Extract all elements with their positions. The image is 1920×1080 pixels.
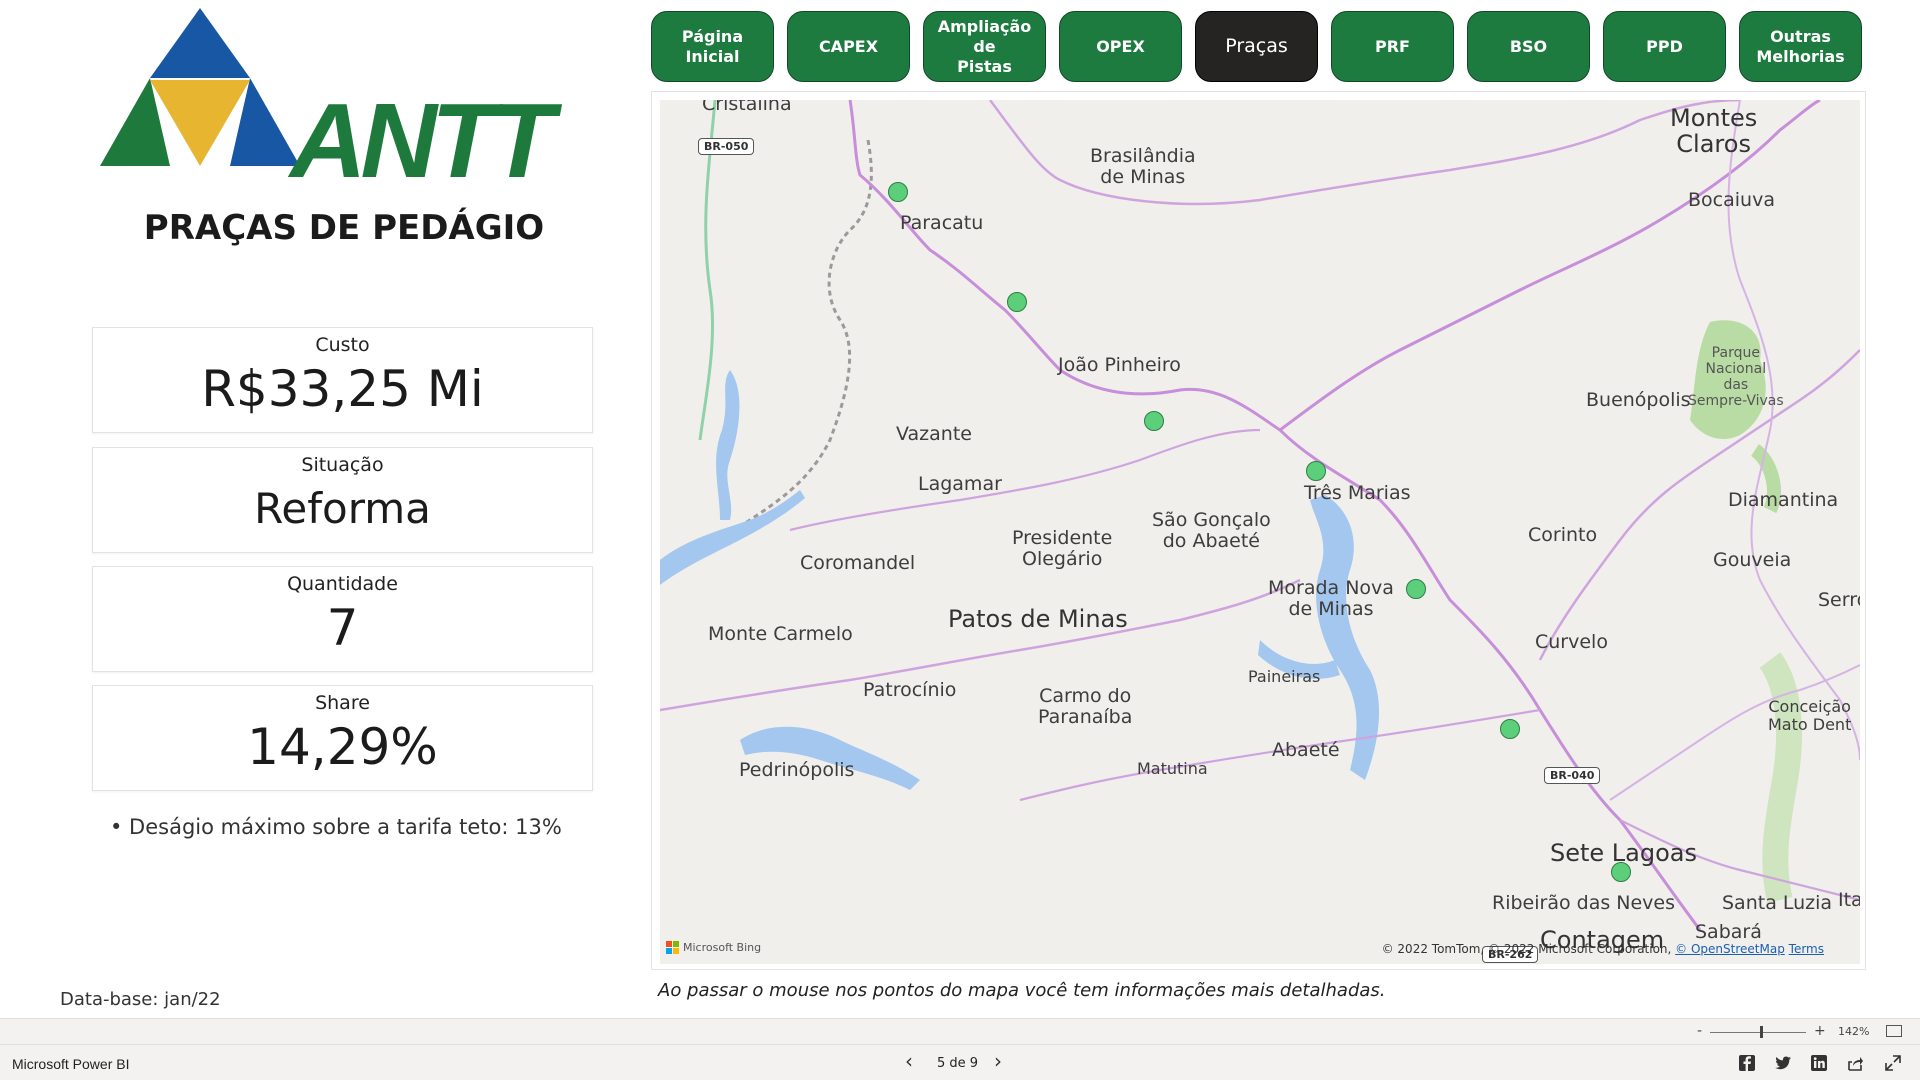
kpi-value: R$33,25 Mi	[201, 360, 484, 418]
map-place-label: Montes Claros	[1670, 104, 1758, 159]
toll-plaza-point[interactable]	[1406, 579, 1426, 599]
page-title: PRAÇAS DE PEDÁGIO	[143, 208, 545, 248]
linkedin-icon[interactable]	[1810, 1054, 1828, 1072]
nav-button-ppd[interactable]: PPD	[1603, 11, 1726, 82]
highway-shield: BR-050	[698, 138, 755, 155]
map-place-label: Paineiras	[1248, 667, 1321, 686]
zoom-bar: - + 142%	[0, 1018, 1920, 1044]
toll-plaza-point[interactable]	[1611, 862, 1631, 882]
map-place-label: Corinto	[1528, 524, 1598, 546]
microsoft-logo-icon	[666, 941, 679, 954]
map-place-label: Vazante	[896, 423, 972, 445]
highway-shield: BR-040	[1544, 767, 1601, 784]
page-indicator: 5 de 9	[937, 1056, 979, 1071]
map-place-label: Gouveia	[1713, 549, 1792, 571]
map-provider-label: Microsoft Bing	[683, 941, 762, 954]
kpi-value: 7	[326, 599, 359, 657]
facebook-icon[interactable]	[1738, 1054, 1756, 1072]
map-place-label: Monte Carmelo	[708, 623, 853, 645]
kpi-card-custo: Custo R$33,25 Mi	[92, 327, 593, 433]
attribution-text: © 2022 TomTom, © 2022 Microsoft Corporat…	[1381, 942, 1676, 956]
terms-link[interactable]: Terms	[1789, 942, 1824, 956]
toll-plaza-point[interactable]	[888, 182, 908, 202]
toll-plaza-point[interactable]	[1007, 292, 1027, 312]
toll-plaza-map[interactable]: Cristalina Brasilândia de Minas Montes C…	[660, 100, 1860, 964]
map-place-label: Cristalina	[702, 100, 792, 115]
power-bi-brand[interactable]: Microsoft Power BI	[12, 1056, 129, 1072]
map-place-label: Buenópolis	[1586, 389, 1691, 411]
map-place-label: Matutina	[1137, 759, 1208, 778]
map-place-label: Presidente Olegário	[1012, 527, 1113, 570]
previous-page-icon[interactable]: ‹	[905, 1051, 913, 1071]
nav-button-opex[interactable]: OPEX	[1059, 11, 1182, 82]
share-icon[interactable]	[1846, 1054, 1864, 1072]
fit-to-page-icon[interactable]	[1886, 1025, 1902, 1037]
map-place-label: Três Marias	[1304, 482, 1411, 504]
map-place-label: Brasilândia de Minas	[1090, 145, 1196, 188]
map-hover-hint: Ao passar o mouse nos pontos do mapa voc…	[658, 980, 1386, 1001]
map-place-label: Diamantina	[1728, 489, 1839, 511]
zoom-slider-thumb[interactable]	[1760, 1026, 1763, 1038]
kpi-value: 14,29%	[247, 718, 438, 776]
map-place-label: Coromandel	[800, 552, 916, 574]
map-place-label: Abaeté	[1272, 739, 1340, 761]
map-attribution: © 2022 TomTom, © 2022 Microsoft Corporat…	[1382, 942, 1824, 956]
nav-button-pagina-inicial[interactable]: Página Inicial	[651, 11, 774, 82]
toll-plaza-point[interactable]	[1144, 411, 1164, 431]
nav-button-outras-melhorias[interactable]: Outras Melhorias	[1739, 11, 1862, 82]
openstreetmap-link[interactable]: © OpenStreetMap	[1675, 942, 1785, 956]
map-place-label: Morada Nova de Minas	[1268, 577, 1394, 620]
kpi-label: Situação	[301, 454, 384, 476]
map-place-label: Sabará	[1695, 921, 1762, 943]
zoom-out-button[interactable]: -	[1697, 1023, 1702, 1039]
nav-button-capex[interactable]: CAPEX	[787, 11, 910, 82]
fullscreen-icon[interactable]	[1884, 1054, 1902, 1072]
bing-logo: Microsoft Bing	[666, 941, 761, 954]
footer-bar: Microsoft Power BI ‹ 5 de 9 ›	[0, 1044, 1920, 1080]
data-base-label: Data-base: jan/22	[60, 989, 221, 1010]
toll-plaza-point[interactable]	[1500, 719, 1520, 739]
next-page-icon[interactable]: ›	[994, 1051, 1002, 1071]
kpi-card-quantidade: Quantidade 7	[92, 566, 593, 672]
toll-plaza-point[interactable]	[1306, 461, 1326, 481]
zoom-slider-track[interactable]	[1710, 1032, 1806, 1033]
map-place-label: Carmo do Paranaíba	[1038, 685, 1133, 728]
desagio-note: • Deságio máximo sobre a tarifa teto: 13…	[110, 815, 562, 839]
twitter-icon[interactable]	[1774, 1054, 1792, 1072]
map-place-label: Santa Luzia	[1722, 892, 1833, 914]
zoom-level: 142%	[1838, 1025, 1870, 1038]
map-place-label: Bocaiuva	[1688, 189, 1775, 211]
map-place-label: Patos de Minas	[948, 605, 1128, 633]
antt-logo: ANTT	[100, 8, 590, 194]
map-place-label: Ita	[1838, 889, 1860, 911]
map-place-label: Paracatu	[900, 212, 984, 234]
kpi-label: Share	[315, 692, 370, 714]
map-place-label: Serro	[1818, 589, 1860, 611]
nav-button-ampliacao-de-pistas[interactable]: Ampliação de Pistas	[923, 11, 1046, 82]
map-place-label: Pedrinópolis	[739, 759, 855, 781]
antt-wordmark: ANTT	[290, 82, 555, 200]
kpi-label: Quantidade	[287, 573, 398, 595]
kpi-card-share: Share 14,29%	[92, 685, 593, 791]
nav-button-pracas[interactable]: Praças	[1195, 11, 1318, 82]
zoom-in-button[interactable]: +	[1814, 1023, 1826, 1039]
kpi-label: Custo	[315, 334, 370, 356]
map-place-label: São Gonçalo do Abaeté	[1152, 509, 1271, 552]
map-place-label: Conceição Mato Dent	[1768, 697, 1852, 734]
kpi-value: Reforma	[254, 484, 431, 533]
kpi-card-situacao: Situação Reforma	[92, 447, 593, 553]
park-label: Parque Nacional das Sempre-Vivas	[1688, 345, 1784, 410]
map-place-label: Ribeirão das Neves	[1492, 892, 1676, 914]
map-place-label: Patrocínio	[863, 679, 957, 701]
map-place-label: Lagamar	[918, 473, 1002, 495]
map-place-label: Curvelo	[1535, 631, 1608, 653]
nav-button-bso[interactable]: BSO	[1467, 11, 1590, 82]
nav-button-prf[interactable]: PRF	[1331, 11, 1454, 82]
map-place-label: João Pinheiro	[1058, 354, 1181, 376]
